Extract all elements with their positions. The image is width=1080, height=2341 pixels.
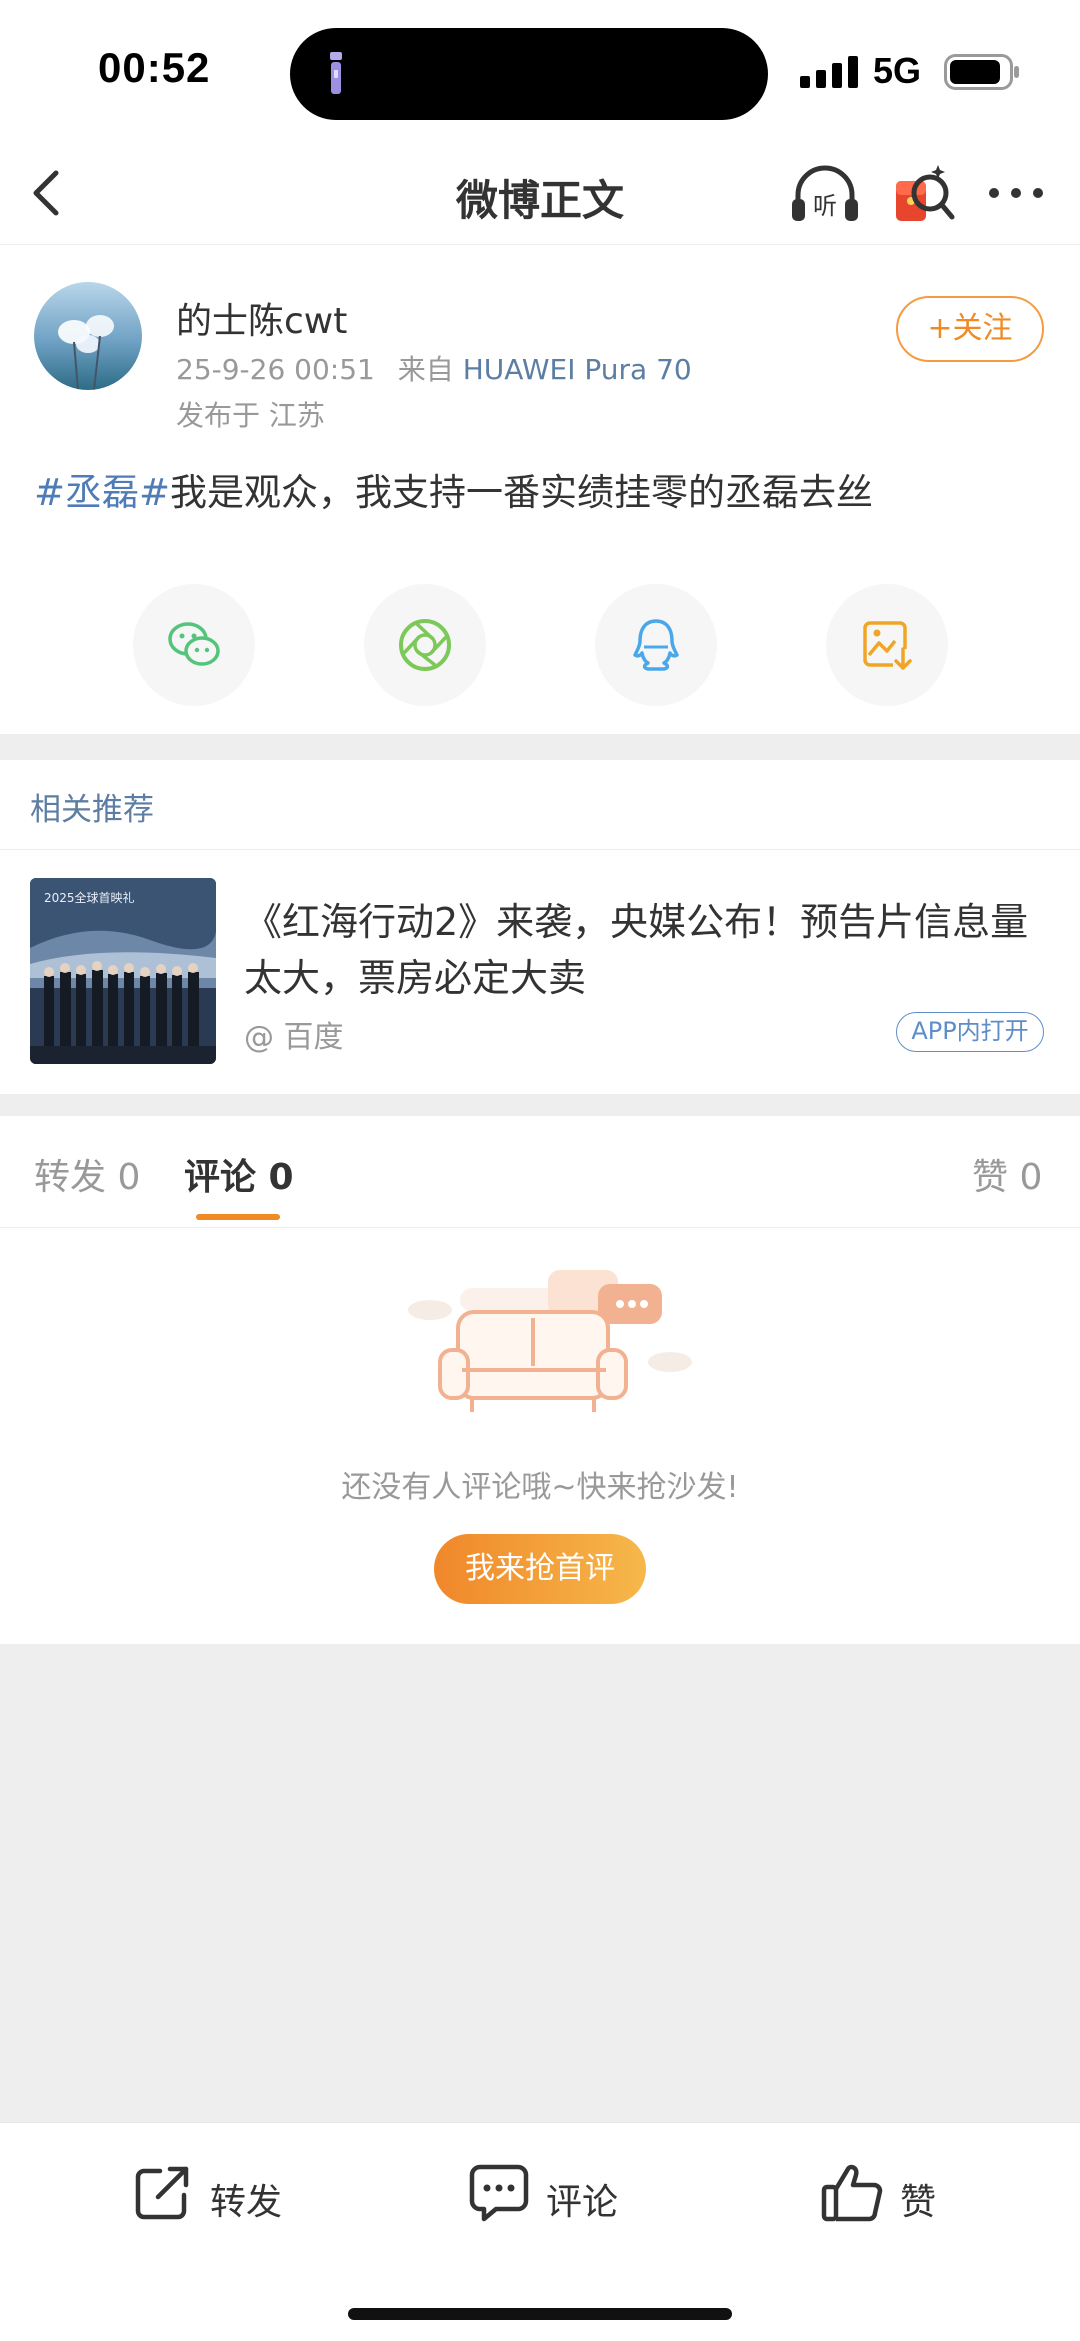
comment-icon [469, 2164, 529, 2222]
comment-button[interactable]: 评论 [466, 2159, 636, 2231]
home-indicator[interactable] [348, 2308, 732, 2320]
follow-button[interactable]: +关注 [896, 296, 1044, 362]
tab-comment[interactable]: 评论 0 [184, 1148, 294, 1200]
thumb-caption: 2025全球首映礼 [44, 890, 135, 905]
repost-icon [135, 2166, 189, 2220]
recommend-card[interactable]: 2025全球首映礼 《红海行动2》来袭，央媒公布！预告片信息量太大，票房必定大卖… [0, 850, 1080, 1094]
share-qq-button[interactable] [595, 584, 717, 706]
interaction-tabs: 转发 0 评论 0 赞 0 [0, 1116, 1080, 1228]
recommend-title: 相关推荐 [30, 792, 154, 828]
section-divider [0, 734, 1080, 760]
post-date: 25-9-26 00:51 [176, 353, 375, 386]
status-time: 00:52 [98, 44, 211, 91]
qq-icon [633, 619, 679, 671]
post-text: #丞磊#我是观众，我支持一番实绩挂零的丞磊去丝 [34, 462, 873, 516]
recommend-source: @ 百度 [244, 1020, 344, 1055]
nav-bar: 微博正文 听 [0, 145, 1080, 245]
active-tab-indicator [196, 1214, 280, 1220]
red-packet-search-icon[interactable] [892, 159, 956, 229]
save-image-icon [863, 621, 913, 671]
like-button[interactable]: 赞 [820, 2159, 950, 2231]
section-divider [0, 1094, 1080, 1116]
hashtag-link[interactable]: #丞磊# [34, 471, 170, 514]
empty-background [0, 1644, 1080, 2122]
signal-icon [800, 56, 858, 88]
tab-like[interactable]: 赞 0 [972, 1148, 1042, 1200]
username[interactable]: 的士陈cwt [176, 292, 347, 344]
avatar-image [34, 282, 142, 390]
battery-icon [944, 54, 1019, 90]
open-in-app-button[interactable]: APP内打开 [896, 1012, 1044, 1052]
empty-comments-text: 还没有人评论哦~快来抢沙发! [341, 1470, 739, 1505]
tab-repost[interactable]: 转发 0 [34, 1148, 140, 1200]
post-meta: 25-9-26 00:51 来自 HUAWEI Pura 70 [176, 348, 692, 388]
avatar[interactable] [34, 282, 142, 390]
network-type: 5G [873, 50, 922, 91]
recommend-headline[interactable]: 《红海行动2》来袭，央媒公布！预告片信息量太大，票房必定大卖 [244, 894, 1044, 1006]
dynamic-island [290, 28, 768, 120]
like-label: 赞 [900, 2182, 937, 2223]
repost-button[interactable]: 转发 [130, 2159, 300, 2231]
empty-sofa-illustration [408, 1270, 692, 1412]
save-image-button[interactable] [826, 584, 948, 706]
post-body: 我是观众，我支持一番实绩挂零的丞磊去丝 [170, 471, 874, 514]
post-location: 发布于 江苏 [176, 399, 325, 432]
repost-label: 转发 [210, 2182, 283, 2223]
first-comment-button[interactable]: 我来抢首评 [434, 1534, 646, 1604]
source-prefix: 来自 [397, 353, 454, 386]
recommend-header: 相关推荐 [0, 760, 1080, 850]
thumbs-up-icon [821, 2164, 883, 2222]
recommend-thumbnail: 2025全球首映礼 [30, 878, 216, 1064]
listen-headphones-icon[interactable]: 听 [788, 159, 862, 229]
share-wechat-button[interactable] [133, 584, 255, 706]
share-moments-button[interactable] [364, 584, 486, 706]
share-row [0, 584, 1080, 706]
comment-label: 评论 [546, 2182, 619, 2223]
moments-icon [399, 619, 451, 671]
svg-text:听: 听 [813, 192, 837, 220]
flashlight-icon [330, 52, 342, 94]
status-bar: 00:52 5G [0, 0, 1080, 145]
post-source[interactable]: HUAWEI Pura 70 [463, 353, 692, 386]
wechat-icon [168, 622, 220, 666]
more-icon[interactable] [984, 175, 1048, 211]
